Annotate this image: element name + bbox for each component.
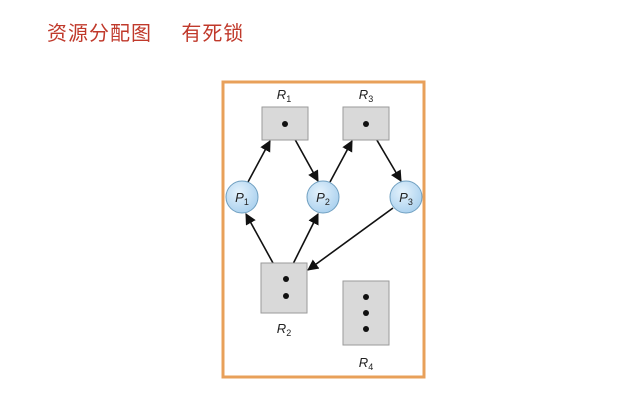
instance-dot-r4-3 bbox=[363, 326, 369, 332]
instance-dot-r4-1 bbox=[363, 294, 369, 300]
resource-allocation-graph: P1 P2 P3 R1 R3 R2 R4 bbox=[221, 80, 426, 379]
diagram-frame bbox=[221, 80, 426, 379]
instance-dot-r2-2 bbox=[283, 293, 289, 299]
resource-r2-box bbox=[260, 262, 308, 314]
instance-dot-r1-1 bbox=[282, 121, 288, 127]
instance-dot-r3-1 bbox=[363, 121, 369, 127]
instance-dot-r2-1 bbox=[283, 276, 289, 282]
instance-dot-r4-2 bbox=[363, 310, 369, 316]
